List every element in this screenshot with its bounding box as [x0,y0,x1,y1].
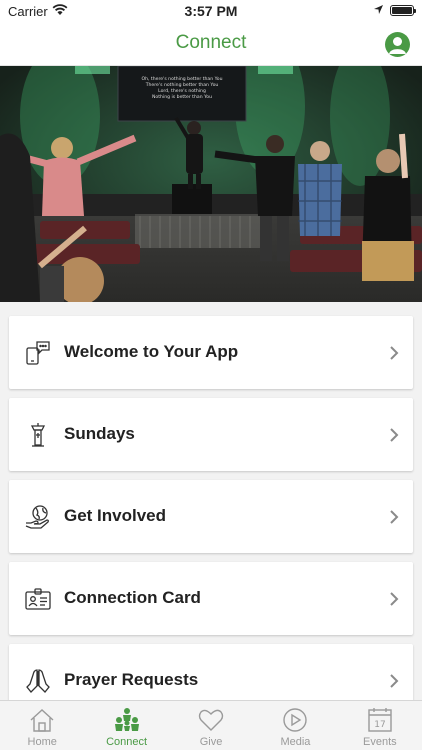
page-title: Connect [175,32,247,53]
battery-icon [390,5,416,16]
phone-chat-icon [26,341,50,365]
worship-photo: Oh, there's nothing better than You Ther… [0,66,422,302]
home-icon [30,709,54,732]
people-icon [114,708,139,731]
menu-item-label: Get Involved [64,506,167,525]
calendar-icon: 17 [368,708,392,732]
lyric-line: Nothing is better than You [152,94,212,100]
menu-item-welcome[interactable]: Welcome to Your App [9,316,413,389]
menu-item-sundays[interactable]: Sundays [9,398,413,471]
calendar-date: 17 [374,720,385,730]
globe-hand-icon [25,505,49,529]
clock: 3:57 PM [184,3,238,19]
tab-label: Events [363,736,397,748]
pulpit-icon [30,423,46,447]
menu-item-label: Welcome to Your App [64,342,239,361]
menu-item-get-involved[interactable]: Get Involved [9,480,413,553]
navigation-bar: Connect [0,22,422,66]
chevron-right-icon [390,592,399,606]
tab-connect[interactable]: Connect [84,701,168,750]
tab-label: Give [199,736,223,748]
status-bar: Carrier 3:57 PM [0,0,422,22]
tab-events[interactable]: 17 Events [338,701,422,750]
chevron-right-icon [390,674,399,688]
play-icon [283,708,308,732]
tab-label: Media [280,736,311,748]
lyric-line: Lord, there's nothing [158,88,206,94]
tab-home[interactable]: Home [0,701,84,750]
chevron-right-icon [390,346,399,360]
lyric-line: Oh, there's nothing better than You [141,76,222,82]
tab-label: Home [27,736,57,748]
profile-avatar-button[interactable] [385,32,410,57]
heart-icon [198,709,224,731]
menu-item-label: Prayer Requests [64,670,199,689]
user-icon [389,37,406,54]
menu-item-label: Connection Card [64,588,201,607]
menu-list: Welcome to Your App Sundays Get Involved [9,316,413,726]
menu-item-label: Sundays [64,424,135,443]
chevron-right-icon [390,510,399,524]
hero-image: Oh, there's nothing better than You Ther… [0,66,422,302]
tab-media[interactable]: Media [253,701,337,750]
tab-give[interactable]: Give [169,701,253,750]
lyric-line: There's nothing better than You [145,82,219,88]
id-card-icon [25,588,51,610]
menu-item-connection-card[interactable]: Connection Card [9,562,413,635]
chevron-right-icon [390,428,399,442]
tab-bar: Home Connect Give Media 17 Events [0,700,422,750]
tab-label: Connect [106,736,148,748]
location-arrow-icon [374,5,383,14]
praying-hands-icon [26,669,50,693]
